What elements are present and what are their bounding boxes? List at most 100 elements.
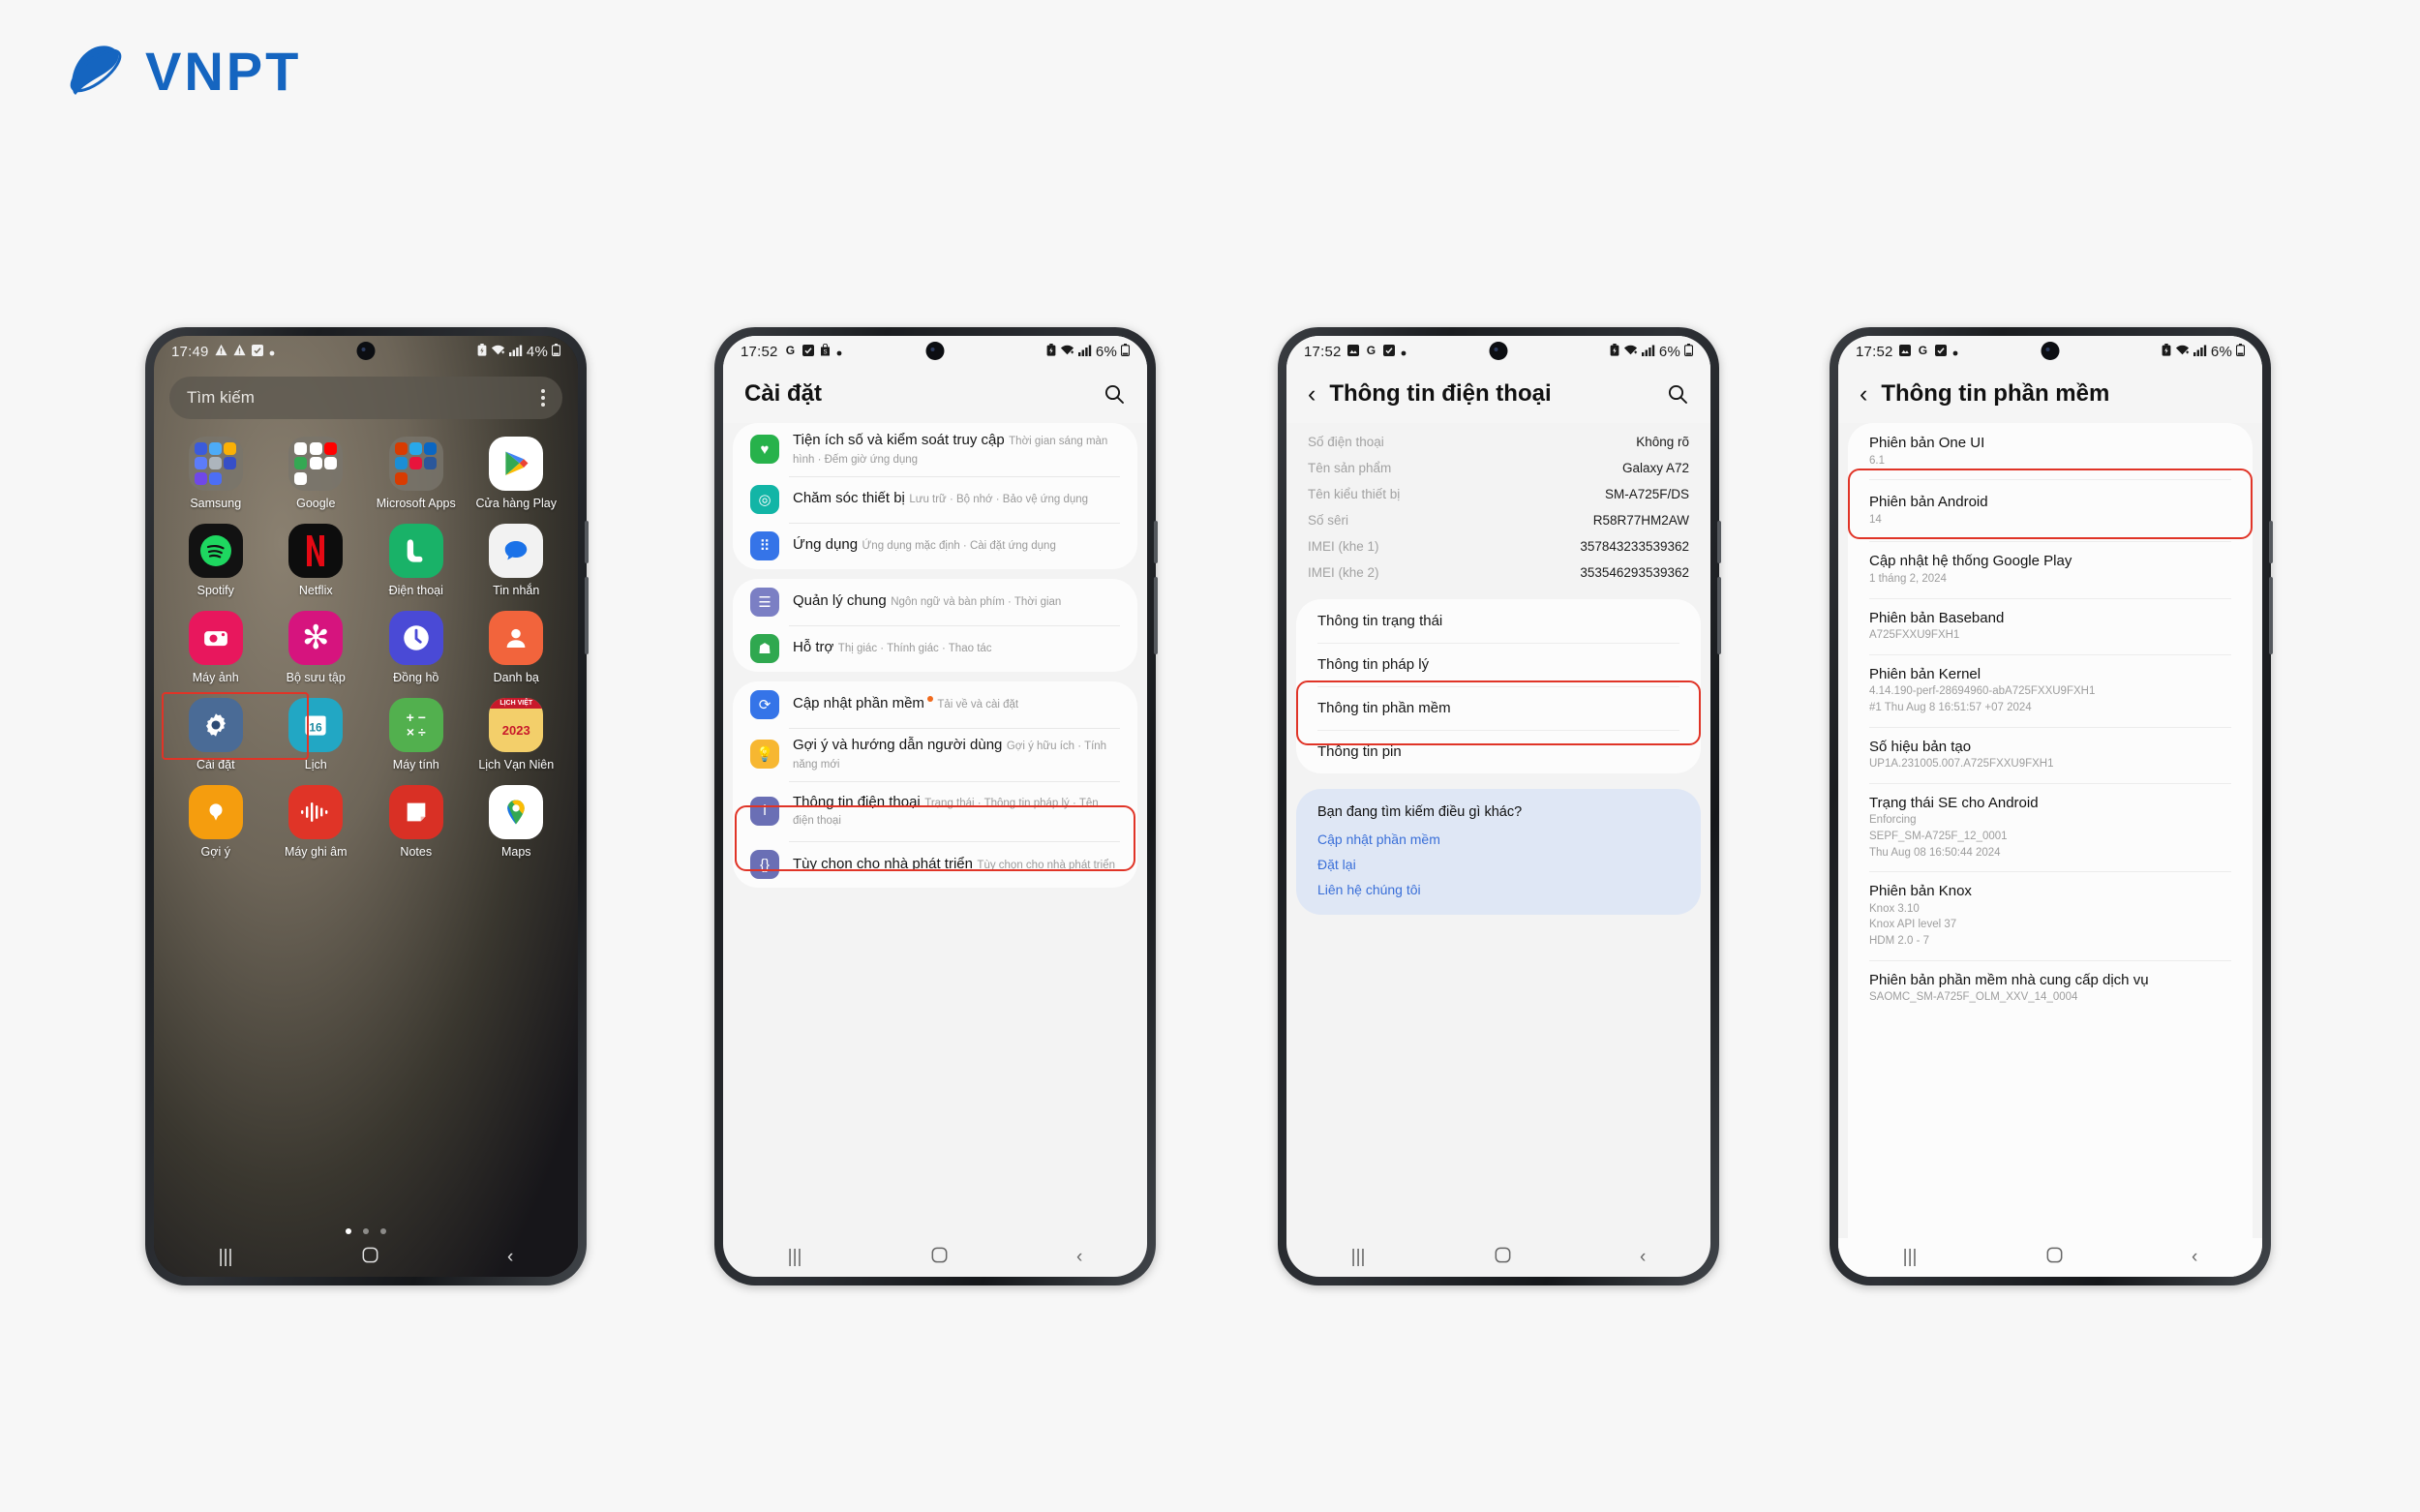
- app-lich-van-nien[interactable]: LỊCH VIỆT 2023 Lịch Vạn Niên: [471, 698, 560, 771]
- developer-options-icon: {}: [750, 850, 779, 880]
- camera-punch-hole: [2041, 342, 2060, 360]
- settings-item-about-phone[interactable]: i Thông tin điện thoại Trạng thái · Thôn…: [733, 780, 1137, 842]
- software-item-kernel[interactable]: Phiên bản Kernel 4.14.190-perf-28694960-…: [1848, 653, 2253, 727]
- back-chevron-icon[interactable]: ‹: [1860, 381, 1867, 407]
- app-label: Đồng hồ: [393, 671, 439, 684]
- link-battery-info[interactable]: Thông tin pin: [1296, 730, 1701, 773]
- app-play-store[interactable]: Cửa hàng Play: [471, 437, 560, 510]
- app-contacts[interactable]: Danh bạ: [471, 611, 560, 684]
- recents-icon[interactable]: |||: [219, 1247, 233, 1268]
- app-messages[interactable]: Tin nhắn: [471, 524, 560, 597]
- svg-text:G: G: [1366, 344, 1375, 356]
- item-title: Số hiệu bản tạo: [1869, 738, 1972, 755]
- tips-bulb-icon: [188, 785, 243, 839]
- about-phone-icon: i: [750, 796, 779, 826]
- about-phone-body[interactable]: Số điện thoại Không rõ Tên sản phẩm Galaxy…: [1286, 423, 1710, 1238]
- signal-icon: [2193, 344, 2207, 360]
- spotify-icon: [188, 524, 243, 578]
- item-value: A725FXXU9FXH1: [1869, 629, 1960, 642]
- help-heading: Bạn đang tìm kiếm điều gì khác?: [1317, 804, 1523, 820]
- settings-item-developer-options[interactable]: {} Tùy chọn cho nhà phát triển Tùy chọn …: [733, 841, 1137, 888]
- general-management-icon: ☰: [750, 587, 779, 617]
- app-folder-microsoft[interactable]: Microsoft Apps: [372, 437, 461, 510]
- software-item-knox[interactable]: Phiên bản Knox Knox 3.10 Knox API level …: [1848, 871, 2253, 960]
- app-clock[interactable]: Đồng hồ: [372, 611, 461, 684]
- app-label: Maps: [500, 845, 531, 859]
- app-camera[interactable]: Máy ảnh: [171, 611, 260, 684]
- info-key: Số điện thoại: [1308, 435, 1384, 449]
- back-chevron-icon[interactable]: ‹: [1308, 381, 1316, 407]
- app-spotify[interactable]: Spotify: [171, 524, 260, 597]
- item-title: Chăm sóc thiết bị: [793, 490, 905, 507]
- link-legal-info[interactable]: Thông tin pháp lý: [1296, 643, 1701, 686]
- app-voice-recorder[interactable]: Máy ghi âm: [271, 785, 360, 859]
- apps-icon: ⠿: [750, 530, 779, 560]
- software-item-android-version[interactable]: Phiên bản Android 14: [1848, 479, 2253, 541]
- info-row: Số sêri R58R77HM2AW: [1286, 507, 1710, 533]
- camera-icon: [188, 611, 243, 665]
- home-icon[interactable]: [2046, 1247, 2063, 1269]
- link-status-info[interactable]: Thông tin trạng thái: [1296, 599, 1701, 643]
- settings-list[interactable]: ♥ Tiện ích số và kiểm soát truy cập Thời…: [723, 423, 1147, 1238]
- app-gallery[interactable]: ✻ Bộ sưu tập: [271, 611, 360, 684]
- app-phone[interactable]: Điện thoại: [372, 524, 461, 597]
- home-icon[interactable]: [1495, 1247, 1511, 1269]
- search-icon[interactable]: [1666, 382, 1689, 406]
- system-navigation-bar: ||| ‹: [1838, 1238, 2262, 1277]
- device-info-list: Số điện thoại Không rõ Tên sản phẩm Galaxy…: [1286, 423, 1710, 599]
- info-value: 357843233539362: [1580, 539, 1689, 554]
- warning-icon: [215, 344, 227, 360]
- back-icon[interactable]: ‹: [1640, 1247, 1646, 1268]
- software-item-one-ui[interactable]: Phiên bản One UI 6.1: [1848, 423, 2253, 479]
- recents-icon[interactable]: |||: [1351, 1247, 1366, 1268]
- back-icon[interactable]: ‹: [507, 1247, 513, 1268]
- app-calendar[interactable]: 16 Lịch: [271, 698, 360, 771]
- camera-punch-hole: [1489, 342, 1508, 360]
- image-icon: [1346, 344, 1359, 360]
- phone-mockup-about: 17:52 G 6% ‹ Thông tin điện thoại Số điệ…: [1278, 327, 1721, 1285]
- app-netflix[interactable]: Netflix: [271, 524, 360, 597]
- search-icon[interactable]: [1103, 382, 1126, 406]
- software-item-service-provider[interactable]: Phiên bản phần mềm nhà cung cấp dịch vụ …: [1848, 959, 2253, 1016]
- item-value: SAOMC_SM-A725F_OLM_XXV_14_0004: [1869, 991, 2078, 1004]
- device-care-icon: ◎: [750, 484, 779, 514]
- back-icon[interactable]: ‹: [2192, 1247, 2197, 1268]
- app-tips[interactable]: Gợi ý: [171, 785, 260, 859]
- app-notes[interactable]: Notes: [372, 785, 461, 859]
- notes-icon: [388, 785, 443, 839]
- item-subtitle: Thị giác · Thính giác · Thao tác: [837, 643, 992, 655]
- recents-icon[interactable]: |||: [1903, 1247, 1918, 1268]
- software-item-se-android[interactable]: Trạng thái SE cho Android Enforcing SEPF…: [1848, 782, 2253, 872]
- phone-mockup-software-info: 17:52 G 6% ‹ Thông tin phần mềm Phiên bả…: [1830, 327, 2273, 1285]
- settings-item-apps[interactable]: ⠿ Ứng dụng Ứng dụng mặc định · Cài đặt ứ…: [733, 522, 1137, 569]
- software-item-baseband[interactable]: Phiên bản Baseband A725FXXU9FXH1: [1848, 597, 2253, 654]
- settings-item-digital-wellbeing[interactable]: ♥ Tiện ích số và kiểm soát truy cập Thời…: [733, 423, 1137, 476]
- search-input[interactable]: Tìm kiếm: [169, 377, 562, 419]
- app-settings[interactable]: Cài đặt: [171, 698, 260, 771]
- settings-item-general-management[interactable]: ☰ Quản lý chung Ngôn ngữ và bàn phím · T…: [733, 579, 1137, 625]
- software-info-body[interactable]: Phiên bản One UI 6.1 Phiên bản Android 1…: [1838, 423, 2262, 1238]
- overflow-menu-icon[interactable]: [541, 389, 545, 407]
- link-software-info[interactable]: Thông tin phần mềm: [1296, 686, 1701, 730]
- status-battery-percent: 4%: [526, 343, 548, 360]
- home-icon[interactable]: [931, 1247, 948, 1269]
- app-calculator[interactable]: + − × ÷ Máy tính: [372, 698, 461, 771]
- recents-icon[interactable]: |||: [788, 1247, 802, 1268]
- checkbox-icon: [802, 344, 814, 360]
- software-item-google-play-update[interactable]: Cập nhật hệ thống Google Play 1 tháng 2,…: [1848, 541, 2253, 597]
- software-item-build-number[interactable]: Số hiệu bản tạo UP1A.231005.007.A725FXXU…: [1848, 726, 2253, 783]
- settings-item-software-update[interactable]: ⟳ Cập nhật phần mềm Tải về và cài đặt: [733, 681, 1137, 728]
- svg-text:G: G: [785, 344, 794, 356]
- help-link-software-update[interactable]: Cập nhật phần mềm: [1317, 832, 1679, 847]
- help-link-reset[interactable]: Đặt lại: [1317, 857, 1679, 872]
- settings-item-accessibility[interactable]: ☗ Hỗ trợ Thị giác · Thính giác · Thao tá…: [733, 624, 1137, 672]
- settings-item-tips[interactable]: 💡 Gợi ý và hướng dẫn người dùng Gợi ý hữ…: [733, 727, 1137, 781]
- back-icon[interactable]: ‹: [1076, 1247, 1082, 1268]
- app-maps[interactable]: Maps: [471, 785, 560, 859]
- home-icon[interactable]: [362, 1247, 378, 1269]
- settings-item-device-care[interactable]: ◎ Chăm sóc thiết bị Lưu trữ · Bộ nhớ · B…: [733, 475, 1137, 523]
- battery-saver-icon: [2162, 343, 2171, 360]
- app-folder-samsung[interactable]: Samsung: [171, 437, 260, 510]
- help-link-contact-us[interactable]: Liên hệ chúng tôi: [1317, 882, 1679, 897]
- app-folder-google[interactable]: Google: [271, 437, 360, 510]
